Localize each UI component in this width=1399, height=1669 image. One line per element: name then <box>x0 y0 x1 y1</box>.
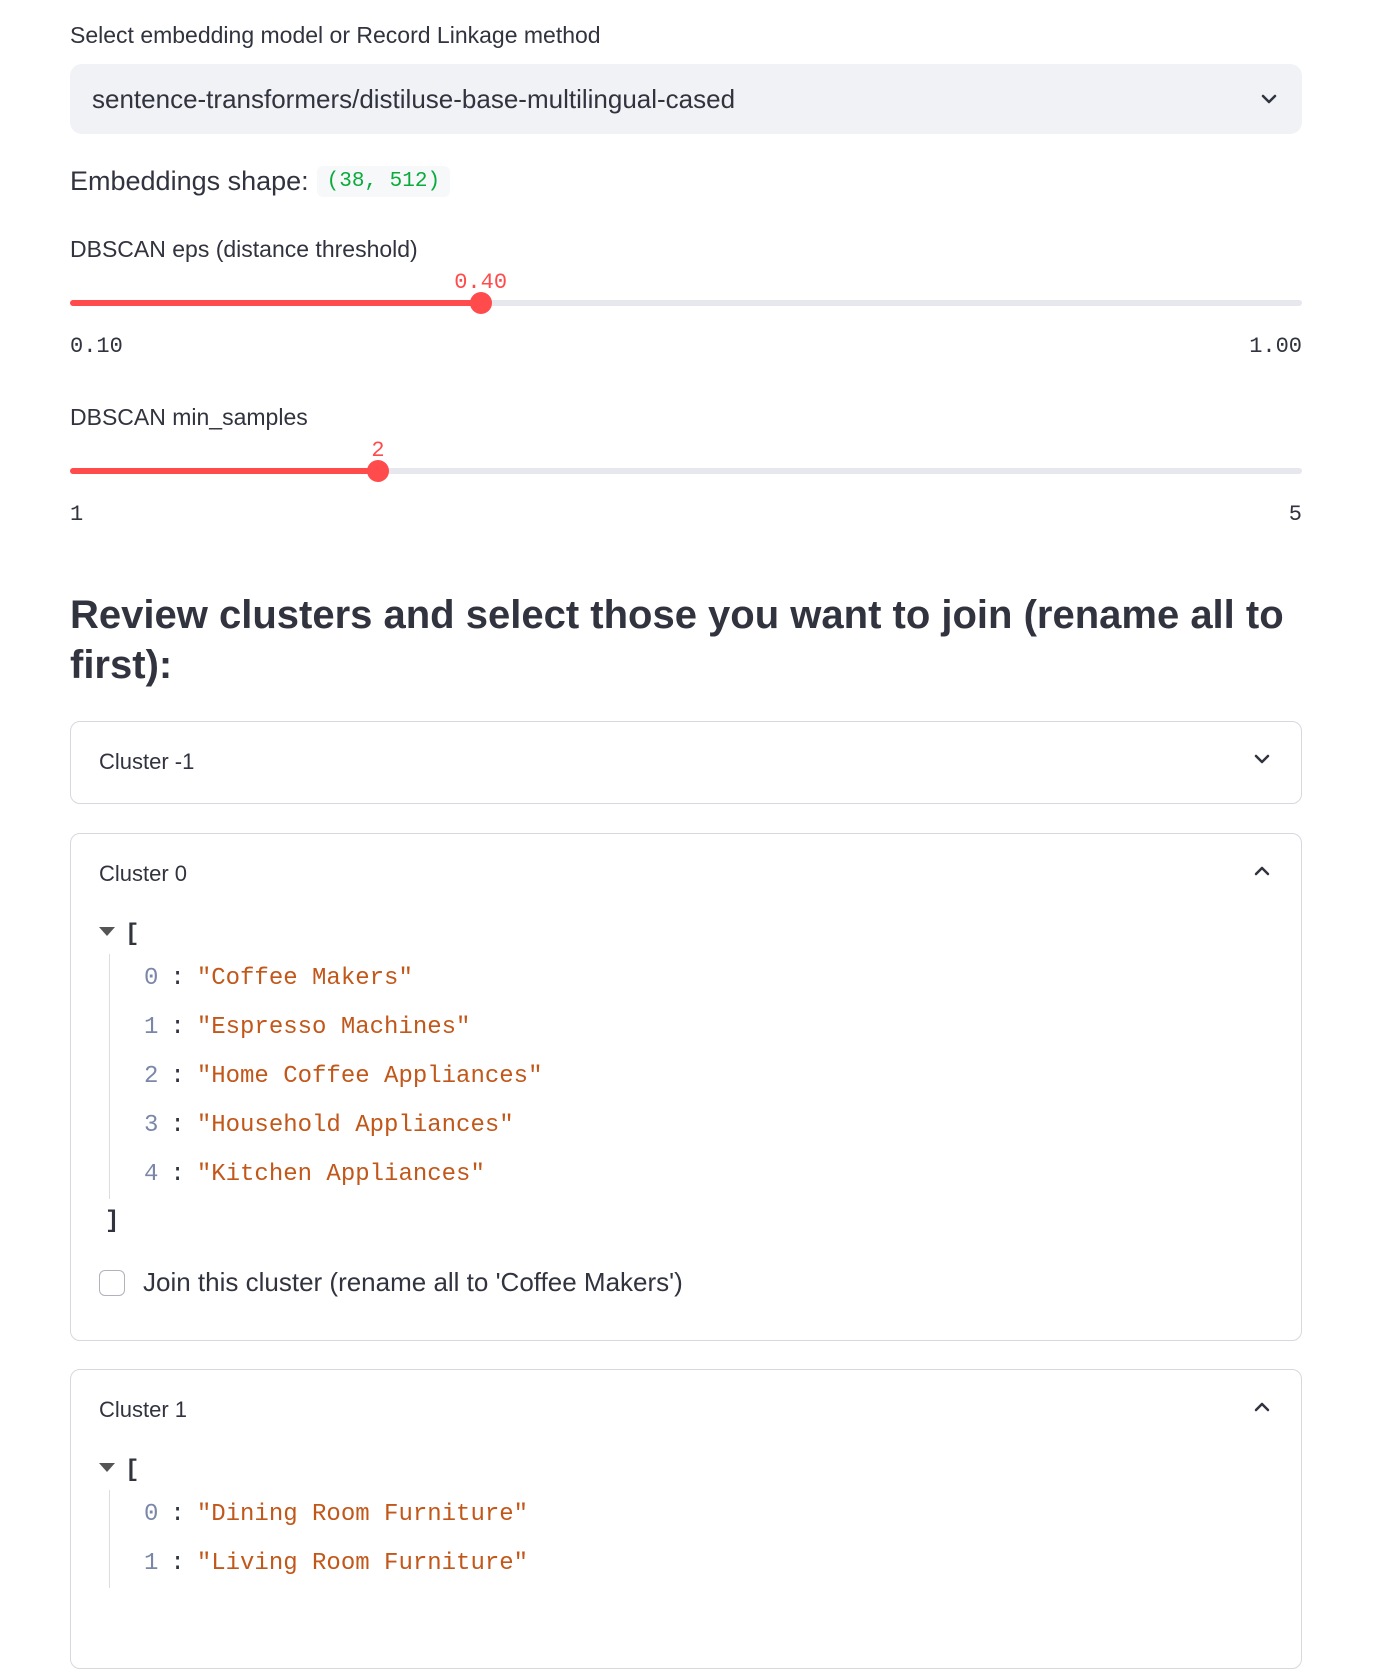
eps-slider-block: DBSCAN eps (distance threshold) 0.40 0.1… <box>70 236 1302 376</box>
json-index: 0 <box>144 965 159 992</box>
chevron-up-icon <box>1251 1396 1273 1424</box>
cluster-expander-header[interactable]: Cluster -1 <box>71 722 1301 802</box>
json-viewer: [ 0: "Coffee Makers" 1: "Espresso Machines… <box>71 914 1301 1243</box>
json-close-bracket: ] <box>105 1207 120 1235</box>
json-viewer: [ 0: "Dining Room Furniture" 1: "Living Ro… <box>71 1450 1301 1588</box>
json-colon: : <box>170 1063 185 1090</box>
join-cluster-label: Join this cluster (rename all to 'Coffee… <box>143 1267 683 1297</box>
json-item: 1: "Living Room Furniture" <box>144 1539 1301 1588</box>
eps-slider-label: DBSCAN eps (distance threshold) <box>70 236 418 262</box>
eps-slider-fill <box>70 300 481 306</box>
min-samples-slider-thumb[interactable] <box>367 460 389 482</box>
json-index: 2 <box>144 1063 159 1090</box>
json-value: "Espresso Machines" <box>196 1014 471 1041</box>
json-item: 2: "Home Coffee Appliances" <box>144 1052 1301 1101</box>
json-item: 3: "Household Appliances" <box>144 1101 1301 1150</box>
eps-slider-max: 1.00 <box>1249 334 1302 359</box>
json-index: 0 <box>144 1501 159 1528</box>
json-value: "Household Appliances" <box>196 1112 514 1139</box>
cluster-expander[interactable]: Cluster 0 [ 0: "Coffee Makers" 1: "Espress… <box>70 833 1302 1341</box>
embeddings-shape: Embeddings shape: (38, 512) <box>70 166 451 197</box>
cluster-expander-header[interactable]: Cluster 0 <box>71 834 1301 914</box>
json-value: "Coffee Makers" <box>196 965 413 992</box>
eps-slider-min: 0.10 <box>70 334 123 359</box>
json-index: 1 <box>144 1014 159 1041</box>
min-samples-slider-track[interactable] <box>70 460 1302 482</box>
join-cluster-checkbox-row[interactable]: Join this cluster (rename all to 'Coffee… <box>71 1243 1301 1328</box>
model-select-label: Select embedding model or Record Linkage… <box>70 22 601 48</box>
collapse-caret-icon[interactable] <box>99 1462 115 1472</box>
cluster-title: Cluster 0 <box>99 861 188 886</box>
json-colon: : <box>170 1550 185 1577</box>
json-colon: : <box>170 1112 185 1139</box>
chevron-down-icon <box>1258 88 1280 110</box>
json-item: 1: "Espresso Machines" <box>144 1003 1301 1052</box>
json-value: "Home Coffee Appliances" <box>196 1063 543 1090</box>
chevron-down-icon <box>1251 748 1273 776</box>
json-index: 1 <box>144 1550 159 1577</box>
json-item: 0: "Coffee Makers" <box>144 954 1301 1003</box>
join-cluster-checkbox[interactable] <box>99 1269 125 1296</box>
json-item: 4: "Kitchen Appliances" <box>144 1150 1301 1199</box>
json-index: 3 <box>144 1112 159 1139</box>
collapse-caret-icon[interactable] <box>99 926 115 936</box>
json-colon: : <box>170 965 185 992</box>
json-item: 0: "Dining Room Furniture" <box>144 1490 1301 1539</box>
min-samples-slider-max: 5 <box>1288 502 1302 527</box>
json-index: 4 <box>144 1161 159 1188</box>
json-value: "Dining Room Furniture" <box>196 1501 529 1528</box>
model-select-value: sentence-transformers/distiluse-base-mul… <box>92 83 736 114</box>
embeddings-shape-label: Embeddings shape: <box>70 166 309 196</box>
cluster-expander[interactable]: Cluster -1 <box>70 721 1302 804</box>
chevron-up-icon <box>1251 860 1273 888</box>
eps-slider-track[interactable] <box>70 292 1302 314</box>
cluster-title: Cluster -1 <box>99 749 195 774</box>
min-samples-slider-block: DBSCAN min_samples 2 1 5 <box>70 404 1302 544</box>
cluster-expander[interactable]: Cluster 1 [ 0: "Dining Room Furniture" 1:… <box>70 1369 1302 1669</box>
json-colon: : <box>170 1014 185 1041</box>
json-value: "Kitchen Appliances" <box>196 1161 485 1188</box>
cluster-expander-header[interactable]: Cluster 1 <box>71 1370 1301 1450</box>
json-open-bracket: [ <box>125 1456 140 1484</box>
json-colon: : <box>170 1501 185 1528</box>
json-colon: : <box>170 1161 185 1188</box>
embeddings-shape-value: (38, 512) <box>316 166 451 197</box>
eps-slider-thumb[interactable] <box>469 292 492 314</box>
min-samples-slider-min: 1 <box>70 502 84 527</box>
json-value: "Living Room Furniture" <box>196 1550 529 1577</box>
json-open-bracket: [ <box>125 920 140 948</box>
min-samples-slider-label: DBSCAN min_samples <box>70 404 308 430</box>
model-select[interactable]: sentence-transformers/distiluse-base-mul… <box>70 64 1302 134</box>
cluster-title: Cluster 1 <box>99 1397 188 1422</box>
min-samples-slider-fill <box>70 468 378 474</box>
page-heading: Review clusters and select those you wan… <box>70 593 1284 687</box>
